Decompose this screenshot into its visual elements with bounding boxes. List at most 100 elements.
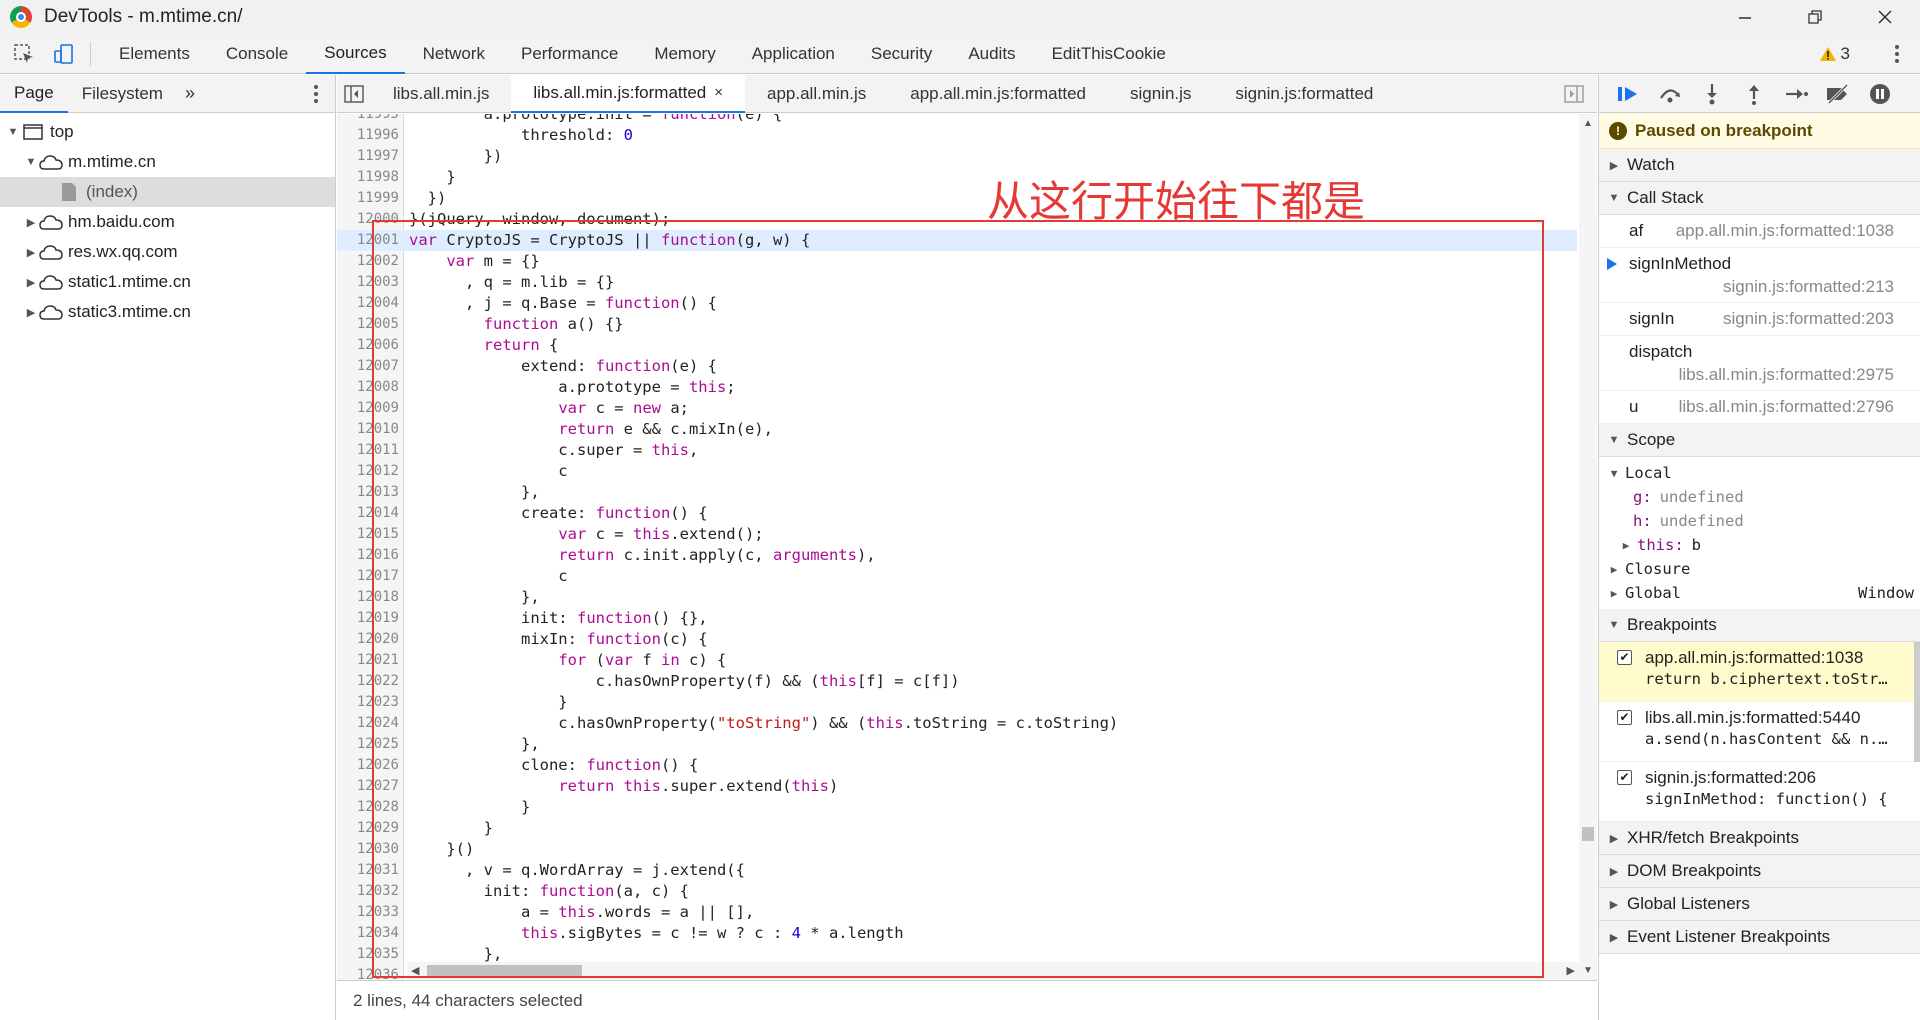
navigator-menu-button[interactable] [313, 75, 319, 113]
scrollbar-thumb[interactable] [427, 965, 582, 977]
code-line[interactable]: 11998 } [337, 167, 1577, 188]
step-out-button[interactable] [1733, 75, 1775, 113]
tab-sources[interactable]: Sources [306, 34, 405, 74]
scroll-down-arrow-icon[interactable]: ▼ [1583, 965, 1593, 976]
breakpoint-checkbox[interactable]: ✔ [1617, 650, 1632, 665]
code-line[interactable]: 12028 } [337, 797, 1577, 818]
tab-application[interactable]: Application [734, 34, 853, 74]
editor-tab[interactable]: signin.js:formatted [1213, 75, 1395, 113]
horizontal-scrollbar[interactable]: ◀ ▶ [407, 962, 1579, 980]
close-tab-icon[interactable]: × [714, 84, 723, 101]
scope-variable[interactable]: g: undefined [1599, 485, 1920, 509]
code-line[interactable]: 12014 create: function() { [337, 503, 1577, 524]
code-line[interactable]: 11997 }) [337, 146, 1577, 167]
warnings-counter[interactable]: 3 [1819, 34, 1850, 74]
line-number[interactable]: 12031 [337, 860, 399, 881]
tab-network[interactable]: Network [405, 34, 503, 74]
tree-item-domain[interactable]: ▶ res.wx.qq.com [0, 237, 335, 267]
line-number[interactable]: 12027 [337, 776, 399, 797]
code-area[interactable]: 11995 a.prototype.init = function(e) {11… [337, 114, 1597, 980]
code-line[interactable]: 12013 }, [337, 482, 1577, 503]
dom-breakpoints-section-header[interactable]: ▶ DOM Breakpoints [1599, 855, 1920, 888]
line-number[interactable]: 12012 [337, 461, 399, 482]
line-number[interactable]: 12032 [337, 881, 399, 902]
tree-item-domain[interactable]: ▶ static1.mtime.cn [0, 267, 335, 297]
line-number[interactable]: 12029 [337, 818, 399, 839]
tree-item-domain[interactable]: ▼ m.mtime.cn [0, 147, 335, 177]
resume-button[interactable] [1607, 75, 1649, 113]
call-frame-location[interactable]: signin.js:formatted:213 [1723, 277, 1894, 297]
line-number[interactable]: 12014 [337, 503, 399, 524]
breakpoint-item[interactable]: ✔ app.all.min.js:formatted:1038 return b… [1599, 642, 1920, 702]
watch-section-header[interactable]: ▶ Watch [1599, 149, 1920, 182]
line-number[interactable]: 12021 [337, 650, 399, 671]
code-line[interactable]: 12006 return { [337, 335, 1577, 356]
toggle-navigator-button[interactable] [337, 75, 371, 113]
line-number[interactable]: 12035 [337, 944, 399, 965]
breakpoint-item[interactable]: ✔ libs.all.min.js:formatted:5440 a.send(… [1599, 702, 1920, 762]
toggle-debugger-button[interactable] [1559, 75, 1589, 113]
inspect-element-button[interactable] [8, 38, 40, 70]
code-line[interactable]: 12001 var CryptoJS = CryptoJS || function… [337, 230, 1577, 251]
step-button[interactable] [1775, 75, 1817, 113]
code-line[interactable]: 12018 }, [337, 587, 1577, 608]
code-line[interactable]: 12016 return c.init.apply(c, arguments), [337, 545, 1577, 566]
line-number[interactable]: 12009 [337, 398, 399, 419]
code-line[interactable]: 12026 clone: function() { [337, 755, 1577, 776]
code-line[interactable]: 12011 c.super = this, [337, 440, 1577, 461]
line-number[interactable]: 12003 [337, 272, 399, 293]
customize-menu-button[interactable] [1894, 34, 1900, 74]
scroll-up-arrow-icon[interactable]: ▲ [1583, 118, 1593, 129]
breakpoint-list-scrollbar[interactable] [1914, 642, 1920, 762]
code-line[interactable]: 12009 var c = new a; [337, 398, 1577, 419]
line-number[interactable]: 12006 [337, 335, 399, 356]
tab-performance[interactable]: Performance [503, 34, 636, 74]
call-frame[interactable]: af app.all.min.js:formatted:1038 [1599, 215, 1920, 248]
xhr-breakpoints-section-header[interactable]: ▶ XHR/fetch Breakpoints [1599, 822, 1920, 855]
scrollbar-thumb[interactable] [1582, 827, 1594, 841]
line-number[interactable]: 12036 [337, 965, 399, 980]
code-line[interactable]: 12027 return this.super.extend(this) [337, 776, 1577, 797]
code-line[interactable]: 12030 }() [337, 839, 1577, 860]
step-into-button[interactable] [1691, 75, 1733, 113]
editor-tab[interactable]: signin.js [1108, 75, 1213, 113]
breakpoints-section-header[interactable]: ▼ Breakpoints [1599, 609, 1920, 642]
code-line[interactable]: 12022 c.hasOwnProperty(f) && (this[f] = … [337, 671, 1577, 692]
event-listener-breakpoints-section-header[interactable]: ▶ Event Listener Breakpoints [1599, 921, 1920, 954]
editor-tab-active[interactable]: libs.all.min.js:formatted × [511, 74, 746, 113]
more-tabs-button[interactable]: » [177, 83, 203, 104]
line-number[interactable]: 12026 [337, 755, 399, 776]
line-number[interactable]: 12002 [337, 251, 399, 272]
line-number[interactable]: 12000 [337, 209, 399, 230]
line-number[interactable]: 12001 [337, 230, 399, 251]
line-number[interactable]: 11995 [337, 114, 399, 125]
step-over-button[interactable] [1649, 75, 1691, 113]
tab-console[interactable]: Console [208, 34, 306, 74]
editor-tab[interactable]: app.all.min.js:formatted [888, 75, 1108, 113]
call-frame[interactable]: dispatch libs.all.min.js:formatted:2975 [1599, 336, 1920, 391]
code-line[interactable]: 12010 return e && c.mixIn(e), [337, 419, 1577, 440]
scope-closure[interactable]: ▶ Closure [1599, 557, 1920, 581]
line-number[interactable]: 11997 [337, 146, 399, 167]
code-line[interactable]: 12029 } [337, 818, 1577, 839]
restore-button[interactable] [1780, 0, 1850, 34]
line-number[interactable]: 12034 [337, 923, 399, 944]
line-number[interactable]: 12025 [337, 734, 399, 755]
line-number[interactable]: 12023 [337, 692, 399, 713]
code-line[interactable]: 11996 threshold: 0 [337, 125, 1577, 146]
pause-on-exceptions-button[interactable] [1859, 75, 1901, 113]
line-number[interactable]: 12019 [337, 608, 399, 629]
code-line[interactable]: 12007 extend: function(e) { [337, 356, 1577, 377]
code-line[interactable]: 12025 }, [337, 734, 1577, 755]
code-line[interactable]: 12002 var m = {} [337, 251, 1577, 272]
line-number[interactable]: 12015 [337, 524, 399, 545]
line-number[interactable]: 12016 [337, 545, 399, 566]
line-number[interactable]: 12024 [337, 713, 399, 734]
code-line[interactable]: 12003 , q = m.lib = {} [337, 272, 1577, 293]
code-line[interactable]: 12000}(jQuery, window, document); [337, 209, 1577, 230]
line-number[interactable]: 12017 [337, 566, 399, 587]
call-frame-location[interactable]: signin.js:formatted:203 [1723, 309, 1894, 329]
breakpoint-checkbox[interactable]: ✔ [1617, 710, 1632, 725]
line-number[interactable]: 12013 [337, 482, 399, 503]
scope-variable[interactable]: h: undefined [1599, 509, 1920, 533]
